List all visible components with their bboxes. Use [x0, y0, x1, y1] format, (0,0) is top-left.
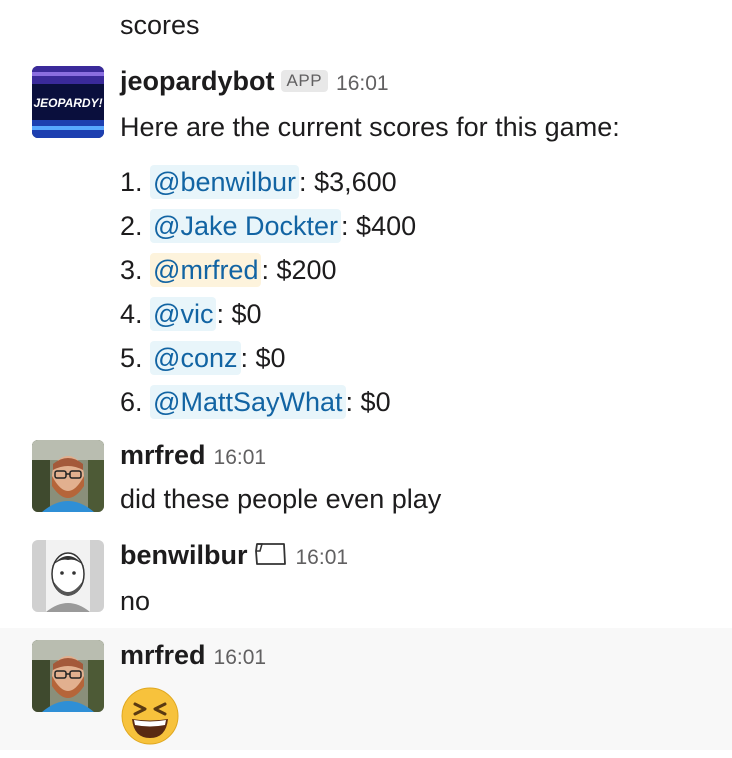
username[interactable]: benwilbur [120, 540, 248, 570]
message-mrfred: mrfred 16:01 [0, 628, 732, 750]
score-amount: $200 [276, 255, 337, 285]
user-mention[interactable]: @benwilbur [150, 165, 300, 199]
user-mention[interactable]: @MattSayWhat [150, 385, 346, 419]
oregon-flag-icon[interactable] [254, 541, 288, 572]
separator: : [240, 343, 249, 373]
jeopardy-logo-text: JEOPARDY! [33, 96, 102, 110]
list-item: 6. @MattSayWhat: $0 [120, 380, 416, 424]
score-amount: $0 [255, 343, 286, 373]
rank: 1. [120, 167, 143, 197]
timestamp[interactable]: 16:01 [214, 446, 267, 469]
user-mention[interactable]: @vic [150, 297, 217, 331]
list-item: 3. @mrfred: $200 [120, 248, 416, 292]
avatar[interactable] [32, 540, 104, 612]
jeopardy-avatar[interactable]: JEOPARDY! [32, 66, 104, 138]
timestamp[interactable]: 16:01 [296, 546, 349, 569]
laughing-squint-emoji [120, 686, 180, 751]
list-item: 1. @benwilbur: $3,600 [120, 160, 416, 204]
user-mention[interactable]: @conz [150, 341, 241, 375]
list-item: 4. @vic: $0 [120, 292, 416, 336]
timestamp[interactable]: 16:01 [336, 72, 389, 95]
rank: 6. [120, 387, 143, 417]
separator: : [345, 387, 354, 417]
username[interactable]: mrfred [120, 440, 206, 470]
separator: : [341, 211, 349, 241]
score-amount: $3,600 [314, 167, 397, 197]
separator: : [299, 167, 307, 197]
rank: 2. [120, 211, 143, 241]
username[interactable]: jeopardybot [120, 66, 275, 96]
separator: : [216, 299, 224, 329]
timestamp[interactable]: 16:01 [214, 646, 267, 669]
message-text: did these people even play [120, 484, 442, 514]
score-amount: $0 [360, 387, 391, 417]
avatar[interactable] [32, 440, 104, 512]
username[interactable]: mrfred [120, 640, 206, 670]
message-benwilbur: benwilbur 16:01 no [0, 530, 732, 626]
score-amount: $400 [356, 211, 417, 241]
message-text: scores [120, 10, 200, 40]
rank: 5. [120, 343, 143, 373]
user-mention[interactable]: @Jake Dockter [150, 209, 342, 243]
message-mrfred: mrfred 16:01 did these people even play [0, 432, 732, 528]
list-item: 5. @conz: $0 [120, 336, 416, 380]
message-text: Here are the current scores for this gam… [120, 112, 620, 142]
score-list: 1. @benwilbur: $3,600 2. @Jake Dockter: … [120, 160, 416, 424]
separator: : [261, 255, 269, 285]
app-badge: APP [280, 70, 329, 92]
rank: 4. [120, 299, 143, 329]
avatar[interactable] [32, 640, 104, 712]
score-amount: $0 [231, 299, 262, 329]
message-jeopardybot: JEOPARDY! jeopardybot APP 16:01 Here are t… [0, 60, 732, 430]
rank: 3. [120, 255, 143, 285]
user-mention[interactable]: @mrfred [150, 253, 262, 287]
message-text: no [120, 586, 151, 616]
list-item: 2. @Jake Dockter: $400 [120, 204, 416, 248]
